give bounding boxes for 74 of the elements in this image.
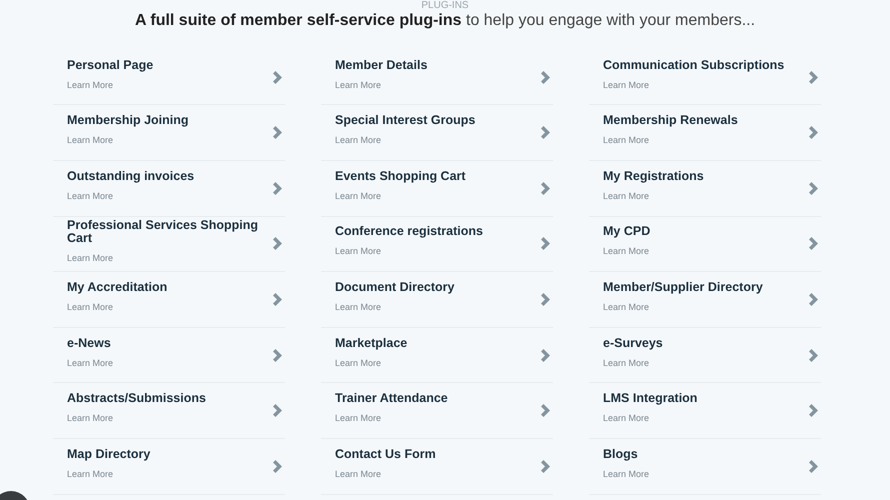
chevron-right-icon[interactable] xyxy=(273,70,283,84)
chevron-right-icon[interactable] xyxy=(273,348,283,362)
learn-more-link[interactable]: Learn More xyxy=(67,192,114,202)
learn-more-link[interactable]: Learn More xyxy=(67,136,114,146)
chevron-right-icon[interactable] xyxy=(273,404,283,418)
learn-more-link[interactable]: Learn More xyxy=(335,358,382,369)
chevron-right-icon[interactable] xyxy=(541,292,551,306)
chevron-right-icon[interactable] xyxy=(809,70,819,84)
learn-more-link[interactable]: Learn More xyxy=(335,247,382,258)
plugin-title: e-News xyxy=(67,336,112,350)
plugin-title: My Accreditation xyxy=(67,280,168,294)
chevron-right-icon[interactable] xyxy=(273,460,283,473)
plugin-title: Membership Joining xyxy=(67,114,189,128)
plugin-title: Trainer Attendance xyxy=(335,392,448,406)
plugin-title: Professional Services Shopping Cart xyxy=(67,218,260,245)
learn-more-link[interactable]: Learn More xyxy=(603,136,650,146)
learn-more-link[interactable]: Learn More xyxy=(67,254,114,264)
plugin-title: My CPD xyxy=(603,225,650,238)
chevron-right-icon[interactable] xyxy=(541,126,551,140)
plugin-title: Contact Us Form xyxy=(335,448,436,461)
section-label: PLUG-INS xyxy=(420,1,470,11)
plugin-title: My Registrations xyxy=(603,170,704,183)
plugin-title: Member Details xyxy=(335,58,428,72)
learn-more-link[interactable]: Learn More xyxy=(335,80,382,91)
learn-more-link[interactable]: Learn More xyxy=(603,470,650,480)
headline: A full suite of member self-service plug-ins to help you engage with your members... xyxy=(134,11,756,31)
learn-more-link[interactable]: Learn More xyxy=(335,470,382,480)
plugin-title: Blogs xyxy=(603,448,639,461)
plugin-title: Marketplace xyxy=(335,336,408,350)
learn-more-link[interactable]: Learn More xyxy=(603,192,650,202)
plugin-title: Map Directory xyxy=(67,448,150,461)
plugin-title: Outstanding invoices xyxy=(67,170,194,183)
learn-more-link[interactable]: Learn More xyxy=(603,358,650,369)
learn-more-link[interactable]: Learn More xyxy=(67,303,114,313)
learn-more-link[interactable]: Learn More xyxy=(603,247,650,258)
learn-more-link[interactable]: Learn More xyxy=(67,358,114,369)
plugin-title: Communication Subscriptions xyxy=(603,58,784,72)
chevron-right-icon[interactable] xyxy=(273,237,283,250)
learn-more-link[interactable]: Learn More xyxy=(335,303,382,313)
learn-more-link[interactable]: Learn More xyxy=(603,414,650,424)
plugin-title: Personal Page xyxy=(67,58,154,72)
plugin-title: Conference registrations xyxy=(335,225,483,238)
chevron-right-icon[interactable] xyxy=(541,237,551,250)
chevron-right-icon[interactable] xyxy=(809,348,819,362)
chevron-right-icon[interactable] xyxy=(809,292,819,306)
plugin-title: Document Directory xyxy=(335,280,454,294)
learn-more-link[interactable]: Learn More xyxy=(335,414,382,424)
learn-more-link[interactable]: Learn More xyxy=(67,470,114,480)
plugin-title: Membership Renewals xyxy=(603,114,738,128)
chevron-right-icon[interactable] xyxy=(809,460,819,473)
chevron-right-icon[interactable] xyxy=(809,237,819,250)
plugin-title: LMS Integration xyxy=(603,392,698,406)
plugin-title: e-Surveys xyxy=(603,336,663,350)
chevron-right-icon[interactable] xyxy=(809,182,819,195)
chevron-right-icon[interactable] xyxy=(273,126,283,140)
chevron-right-icon[interactable] xyxy=(541,404,551,418)
plugin-title: Special Interest Groups xyxy=(335,114,476,128)
plugin-title: Abstracts/Submissions xyxy=(67,392,206,406)
chevron-right-icon[interactable] xyxy=(809,404,819,418)
learn-more-link[interactable]: Learn More xyxy=(67,414,114,424)
chevron-right-icon[interactable] xyxy=(541,460,551,473)
chevron-right-icon[interactable] xyxy=(541,70,551,84)
chevron-right-icon[interactable] xyxy=(273,292,283,306)
chevron-right-icon[interactable] xyxy=(273,182,283,195)
plugin-title: Events Shopping Cart xyxy=(335,170,466,183)
learn-more-link[interactable]: Learn More xyxy=(67,80,114,91)
learn-more-link[interactable]: Learn More xyxy=(335,192,382,202)
chevron-right-icon[interactable] xyxy=(541,182,551,195)
learn-more-link[interactable]: Learn More xyxy=(603,303,650,313)
learn-more-link[interactable]: Learn More xyxy=(603,80,650,91)
learn-more-link[interactable]: Learn More xyxy=(335,136,382,146)
chevron-right-icon[interactable] xyxy=(809,126,819,140)
plugin-title: Member/Supplier Directory xyxy=(603,280,763,294)
chevron-right-icon[interactable] xyxy=(541,348,551,362)
